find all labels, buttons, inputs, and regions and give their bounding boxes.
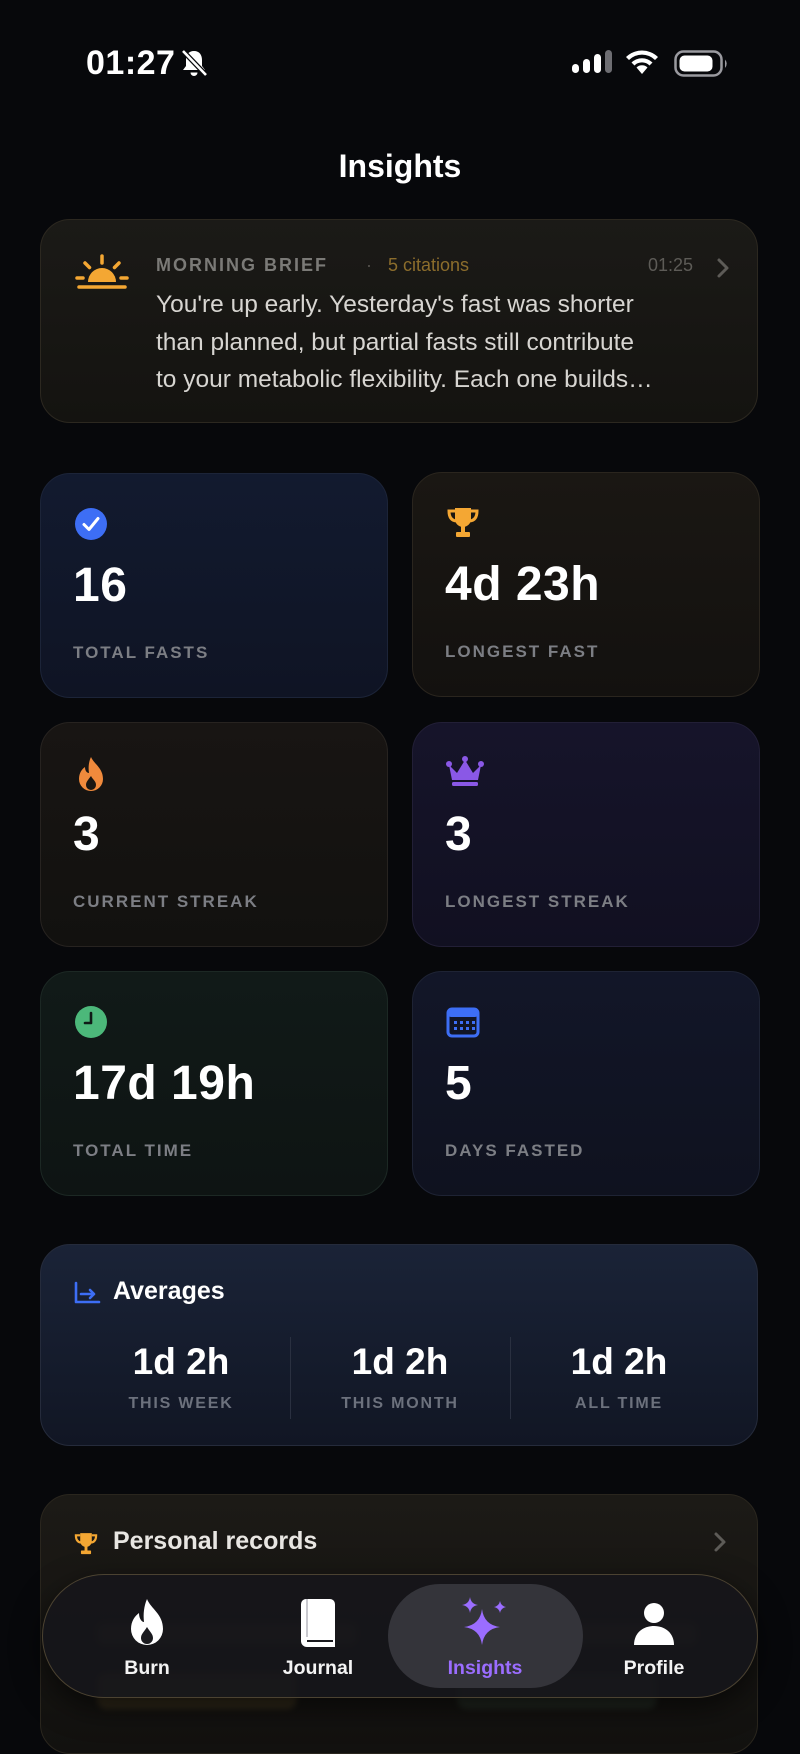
average-value: 1d 2h xyxy=(570,1341,668,1382)
stat-card-longest-streak[interactable]: 3 LONGEST STREAK xyxy=(412,722,760,947)
tab-journal[interactable]: Journal xyxy=(248,1593,388,1680)
stat-value: 3 xyxy=(445,808,473,861)
flame-icon xyxy=(131,1599,163,1645)
average-label: ALL TIME xyxy=(575,1395,663,1412)
averages-card: Averages 1d 2h THIS WEEK 1d 2h THIS MONT… xyxy=(40,1244,758,1446)
stat-label: TOTAL FASTS xyxy=(73,643,210,662)
tab-label: Burn xyxy=(124,1657,170,1679)
brief-time: 01:25 xyxy=(648,255,694,275)
wifi-icon xyxy=(626,50,658,74)
tab-profile[interactable]: Profile xyxy=(584,1593,724,1680)
status-time: 01:27 xyxy=(86,44,176,82)
tab-burn[interactable]: Burn xyxy=(77,1593,217,1680)
personal-records-title: Personal records xyxy=(113,1527,318,1555)
sparkles-icon xyxy=(462,1597,506,1645)
flame-icon xyxy=(79,757,103,791)
calendar-icon xyxy=(446,1007,480,1038)
brief-line: You're up early. Yesterday's fast was sh… xyxy=(156,291,634,318)
average-label: THIS MONTH xyxy=(341,1395,459,1412)
bell-muted-icon xyxy=(181,49,208,77)
stat-label: LONGEST FAST xyxy=(445,642,600,661)
stat-label: CURRENT STREAK xyxy=(73,892,259,911)
trophy-icon xyxy=(74,1533,98,1555)
person-icon xyxy=(634,1603,674,1645)
brief-text: You're up early. Yesterday's fast was sh… xyxy=(156,286,736,399)
tab-label: Insights xyxy=(447,1657,523,1679)
average-this-month: 1d 2h THIS MONTH xyxy=(290,1341,510,1413)
stat-value: 16 xyxy=(73,559,128,612)
brief-citations[interactable]: 5 citations xyxy=(388,255,469,276)
book-icon xyxy=(301,1599,335,1647)
stat-value: 4d 23h xyxy=(445,558,601,611)
stat-value: 5 xyxy=(445,1057,473,1110)
stat-label: TOTAL TIME xyxy=(73,1141,194,1160)
average-all-time: 1d 2h ALL TIME xyxy=(509,1341,729,1413)
tab-bar: Burn Journal Insights Profile xyxy=(42,1574,758,1698)
stat-label: LONGEST STREAK xyxy=(445,892,630,911)
average-this-week: 1d 2h THIS WEEK xyxy=(71,1341,291,1413)
averages-title: Averages xyxy=(113,1277,225,1305)
average-value: 1d 2h xyxy=(351,1341,449,1382)
stat-card-current-streak[interactable]: 3 CURRENT STREAK xyxy=(40,722,388,947)
brief-line: than planned, but partial fasts still co… xyxy=(156,328,635,356)
sunrise-icon xyxy=(75,254,129,289)
chevron-right-icon xyxy=(714,1532,726,1552)
brief-separator: · xyxy=(366,255,372,275)
clock-icon xyxy=(75,1006,107,1038)
stat-card-longest-fast[interactable]: 4d 23h LONGEST FAST xyxy=(412,472,760,697)
status-bar: 01:27 xyxy=(0,0,800,130)
brief-header: MORNING BRIEF · 5 citations 01:25 xyxy=(156,255,736,283)
crown-icon xyxy=(446,756,484,786)
cellular-signal-icon xyxy=(572,50,612,73)
battery-icon xyxy=(674,50,727,77)
check-circle-icon xyxy=(75,508,107,540)
brief-line: to your metabolic flexibility. Each one … xyxy=(156,366,653,393)
trophy-icon xyxy=(447,508,479,537)
brief-label: MORNING BRIEF xyxy=(156,255,328,275)
tab-label: Profile xyxy=(623,1657,685,1679)
stat-value: 17d 19h xyxy=(73,1057,256,1110)
tab-insights[interactable]: Insights xyxy=(415,1593,555,1680)
stat-card-total-time[interactable]: 17d 19h TOTAL TIME xyxy=(40,971,388,1196)
average-label: THIS WEEK xyxy=(128,1395,234,1412)
stat-card-days-fasted[interactable]: 5 DAYS FASTED xyxy=(412,971,760,1196)
page-title: Insights xyxy=(338,148,462,184)
chevron-right-icon xyxy=(717,258,729,278)
stat-card-total-fasts[interactable]: 16 TOTAL FASTS xyxy=(40,473,388,698)
stat-label: DAYS FASTED xyxy=(445,1141,585,1160)
tab-label: Journal xyxy=(282,1657,354,1679)
average-value: 1d 2h xyxy=(132,1341,230,1382)
stat-value: 3 xyxy=(73,808,101,861)
chart-trend-icon xyxy=(74,1281,101,1304)
morning-brief-card[interactable]: MORNING BRIEF · 5 citations 01:25 You're… xyxy=(40,219,758,423)
